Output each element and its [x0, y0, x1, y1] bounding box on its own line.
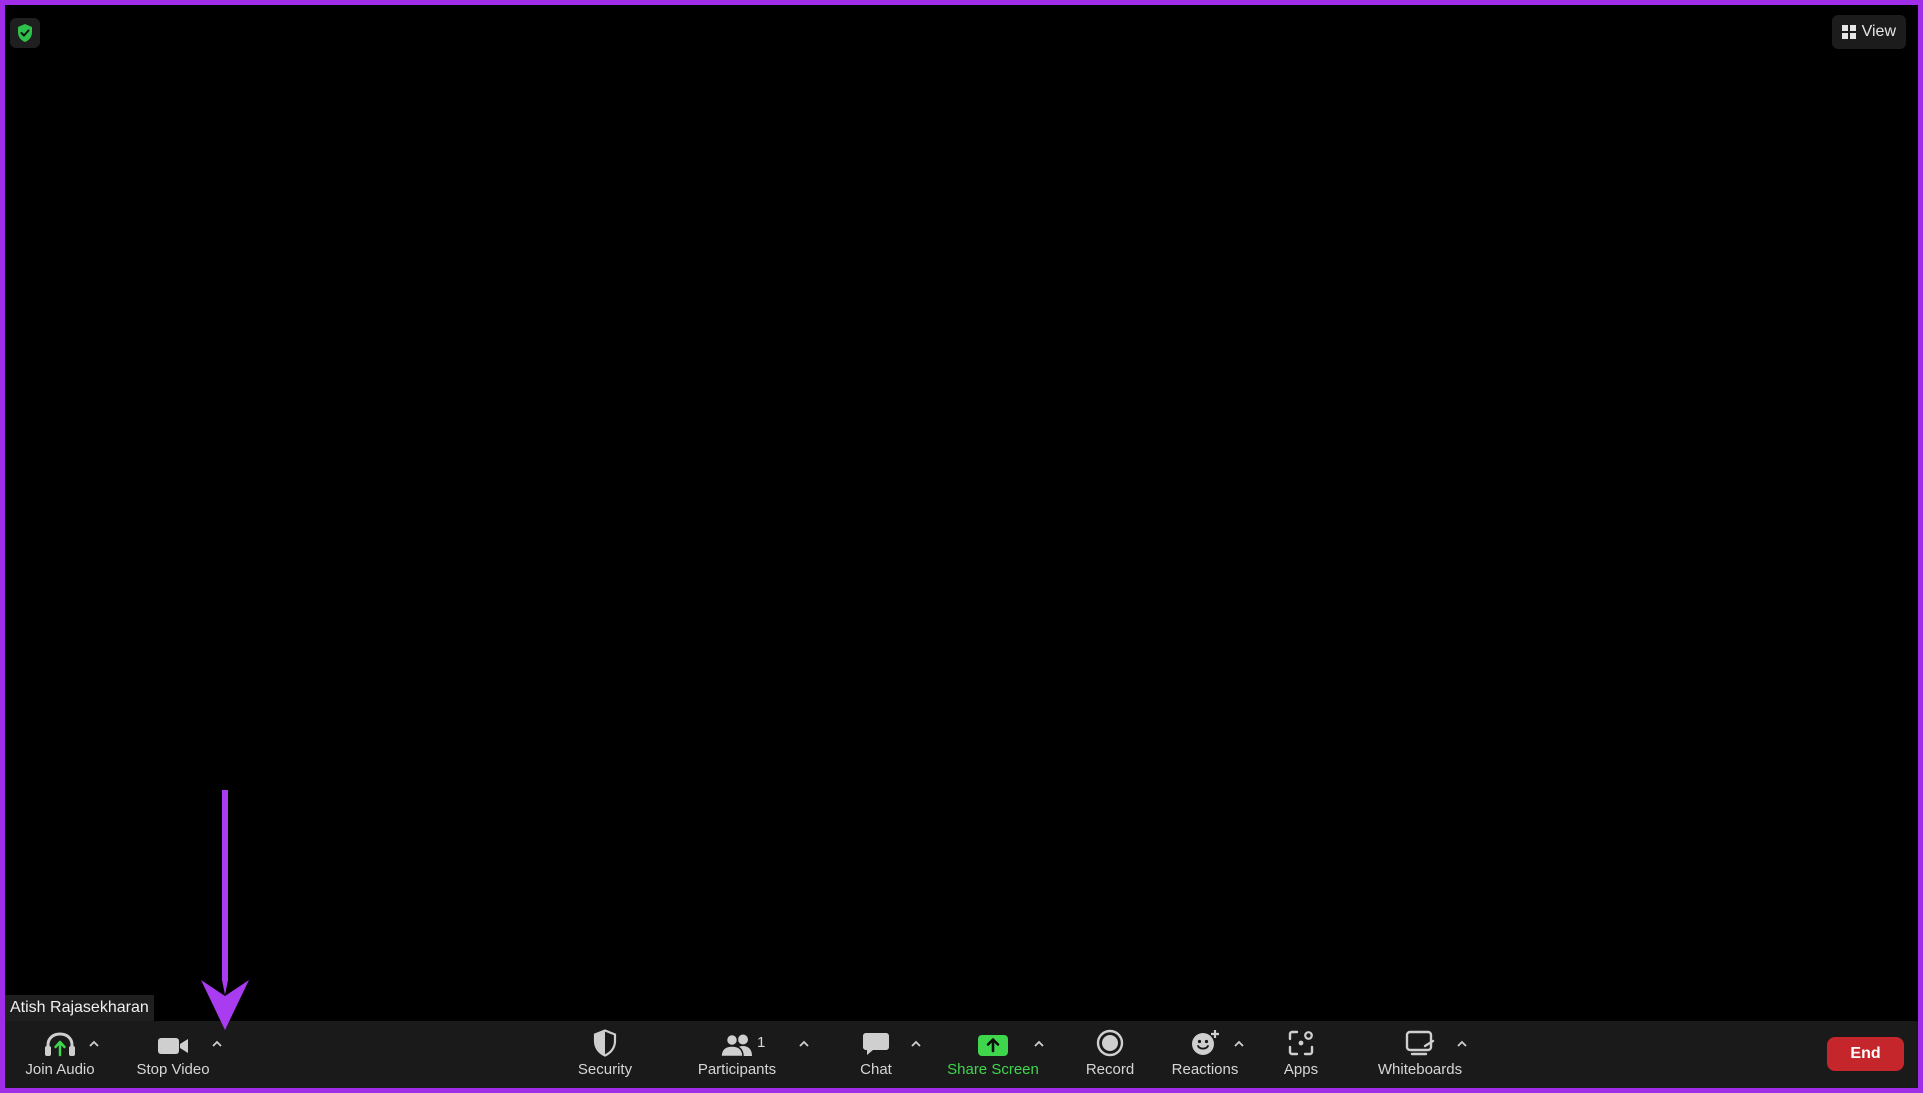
video-options-caret[interactable] — [209, 1035, 225, 1051]
whiteboards-button[interactable]: Whiteboards — [1365, 1021, 1475, 1088]
record-button[interactable]: Record — [1075, 1021, 1145, 1088]
stop-video-button[interactable]: Stop Video — [129, 1021, 217, 1088]
participants-label: Participants — [697, 1061, 777, 1078]
chevron-up-icon — [1457, 1040, 1467, 1047]
chevron-up-icon — [1034, 1040, 1044, 1047]
reactions-button[interactable]: Reactions — [1165, 1021, 1245, 1088]
chevron-up-icon — [89, 1040, 99, 1047]
apps-icon — [1288, 1030, 1314, 1056]
shield-icon — [593, 1029, 617, 1057]
security-label: Security — [577, 1061, 633, 1078]
chevron-up-icon — [1234, 1040, 1244, 1047]
view-label: View — [1861, 23, 1896, 40]
apps-label: Apps — [1283, 1061, 1319, 1078]
chevron-up-icon — [799, 1040, 809, 1047]
participants-button[interactable]: Participants — [687, 1021, 787, 1088]
people-icon — [720, 1033, 752, 1057]
share-screen-button[interactable]: Share Screen — [943, 1021, 1043, 1088]
join-audio-button[interactable]: Join Audio — [17, 1021, 103, 1088]
chat-options-caret[interactable] — [908, 1035, 924, 1051]
whiteboards-label: Whiteboards — [1377, 1061, 1463, 1078]
chat-bubble-icon — [863, 1033, 889, 1055]
end-meeting-button[interactable]: End — [1827, 1037, 1904, 1071]
chat-label: Chat — [860, 1061, 892, 1078]
participant-name-tag: Atish Rajasekharan — [5, 995, 154, 1021]
participants-options-caret[interactable] — [796, 1035, 812, 1051]
participant-count-badge: 1 — [757, 1034, 766, 1051]
view-button[interactable]: View — [1831, 15, 1906, 49]
emoji-icon — [1192, 1030, 1219, 1055]
grid-icon — [1841, 25, 1856, 39]
meeting-toolbar: Join Audio Stop Video Security Participa… — [5, 1021, 1918, 1088]
share-arrow-icon — [978, 1035, 1008, 1056]
apps-button[interactable]: Apps — [1271, 1021, 1331, 1088]
reactions-options-caret[interactable] — [1231, 1035, 1247, 1051]
chevron-up-icon — [911, 1040, 921, 1047]
headphones-icon — [45, 1032, 75, 1057]
stop-video-label: Stop Video — [136, 1061, 210, 1078]
share-screen-label: Share Screen — [947, 1061, 1039, 1078]
security-button[interactable]: Security — [565, 1021, 645, 1088]
record-icon — [1096, 1029, 1124, 1057]
whiteboard-icon — [1405, 1030, 1435, 1056]
encryption-badge[interactable] — [10, 18, 40, 48]
share-options-caret[interactable] — [1031, 1035, 1047, 1051]
whiteboards-options-caret[interactable] — [1454, 1035, 1470, 1051]
meeting-window: View Atish Rajasekharan Join Audio Stop … — [5, 5, 1918, 1088]
arrow-down-icon — [201, 790, 249, 1030]
chat-button[interactable]: Chat — [843, 1021, 909, 1088]
audio-options-caret[interactable] — [86, 1035, 102, 1051]
shield-check-icon — [18, 24, 32, 42]
record-label: Record — [1085, 1061, 1135, 1078]
chevron-up-icon — [212, 1040, 222, 1047]
join-audio-label: Join Audio — [25, 1061, 95, 1078]
reactions-label: Reactions — [1171, 1061, 1239, 1078]
video-camera-icon — [158, 1038, 188, 1054]
